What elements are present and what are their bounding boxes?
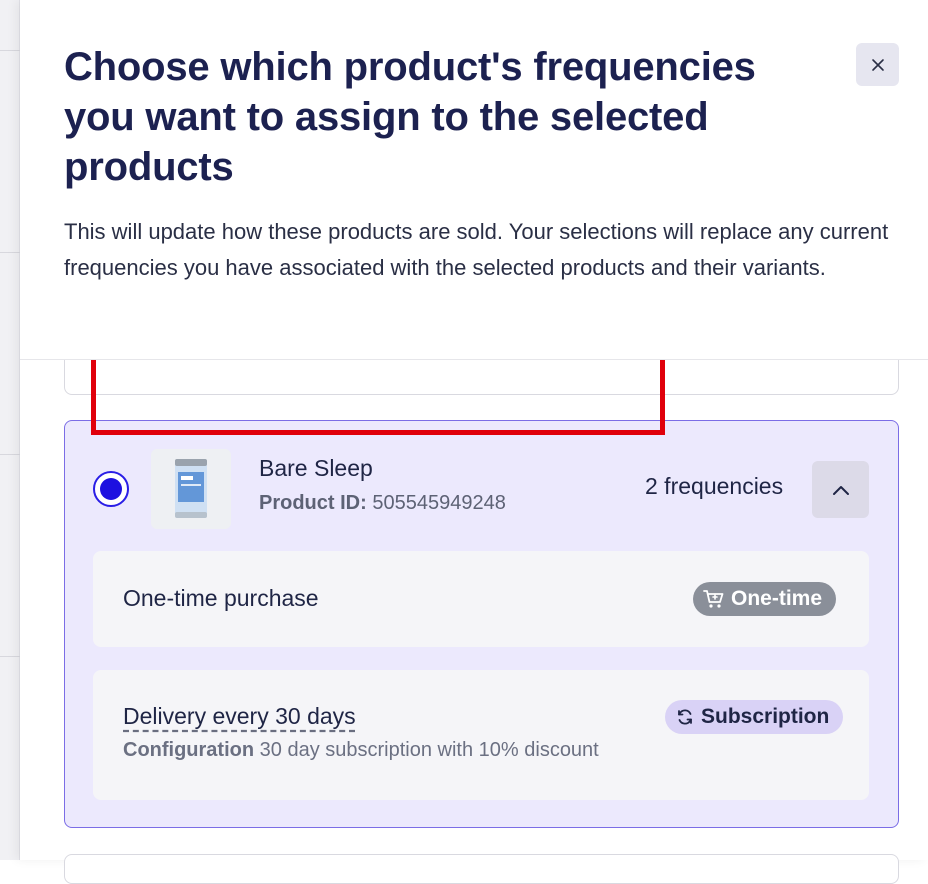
frequency-row-subscription[interactable]: Delivery every 30 days Configuration 30 …	[93, 670, 869, 800]
product-list[interactable]: Bare Sleep Product ID: 505545949248 2 fr…	[20, 320, 928, 884]
chevron-up-icon	[832, 485, 849, 495]
product-thumbnail	[151, 449, 231, 529]
collapse-button[interactable]	[812, 461, 869, 518]
frequency-row-one-time[interactable]: One-time purchase One-time	[93, 551, 869, 647]
frequency-configuration: Configuration 30 day subscription with 1…	[123, 739, 599, 762]
subscription-badge: Subscription	[665, 700, 844, 734]
frequency-count: 2 frequencies	[645, 473, 784, 499]
product-id: Product ID: 505545949248	[259, 492, 506, 515]
modal-title: Choose which product's frequencies you w…	[64, 45, 756, 189]
one-time-badge-label: One-time	[731, 587, 823, 610]
background-page	[0, 0, 20, 860]
one-time-badge: One-time	[693, 582, 837, 616]
subscription-badge-label: Subscription	[701, 705, 830, 728]
radio-selected-dot	[100, 478, 122, 500]
configuration-label: Configuration	[123, 739, 255, 761]
product-id-label: Product ID:	[259, 492, 367, 514]
cart-icon	[703, 590, 724, 608]
close-button[interactable]	[856, 43, 899, 86]
product-canister-icon	[175, 459, 207, 518]
product-card-bare-sleep[interactable]: Bare Sleep Product ID: 505545949248 2 fr…	[64, 420, 899, 828]
modal-header: Choose which product's frequencies you w…	[20, 0, 928, 360]
frequency-label-link[interactable]: Delivery every 30 days	[123, 703, 356, 730]
product-id-value: 505545949248	[372, 492, 506, 514]
close-icon	[871, 58, 884, 71]
product-radio[interactable]	[93, 471, 129, 507]
modal-description: This will update how these products are …	[64, 219, 889, 280]
frequency-assignment-modal: Choose which product's frequencies you w…	[20, 0, 928, 884]
frequency-label: One-time purchase	[123, 585, 319, 611]
configuration-value: 30 day subscription with 10% discount	[259, 739, 599, 761]
next-product-card[interactable]	[64, 854, 899, 884]
product-name: Bare Sleep	[259, 455, 373, 481]
refresh-icon	[678, 709, 692, 725]
